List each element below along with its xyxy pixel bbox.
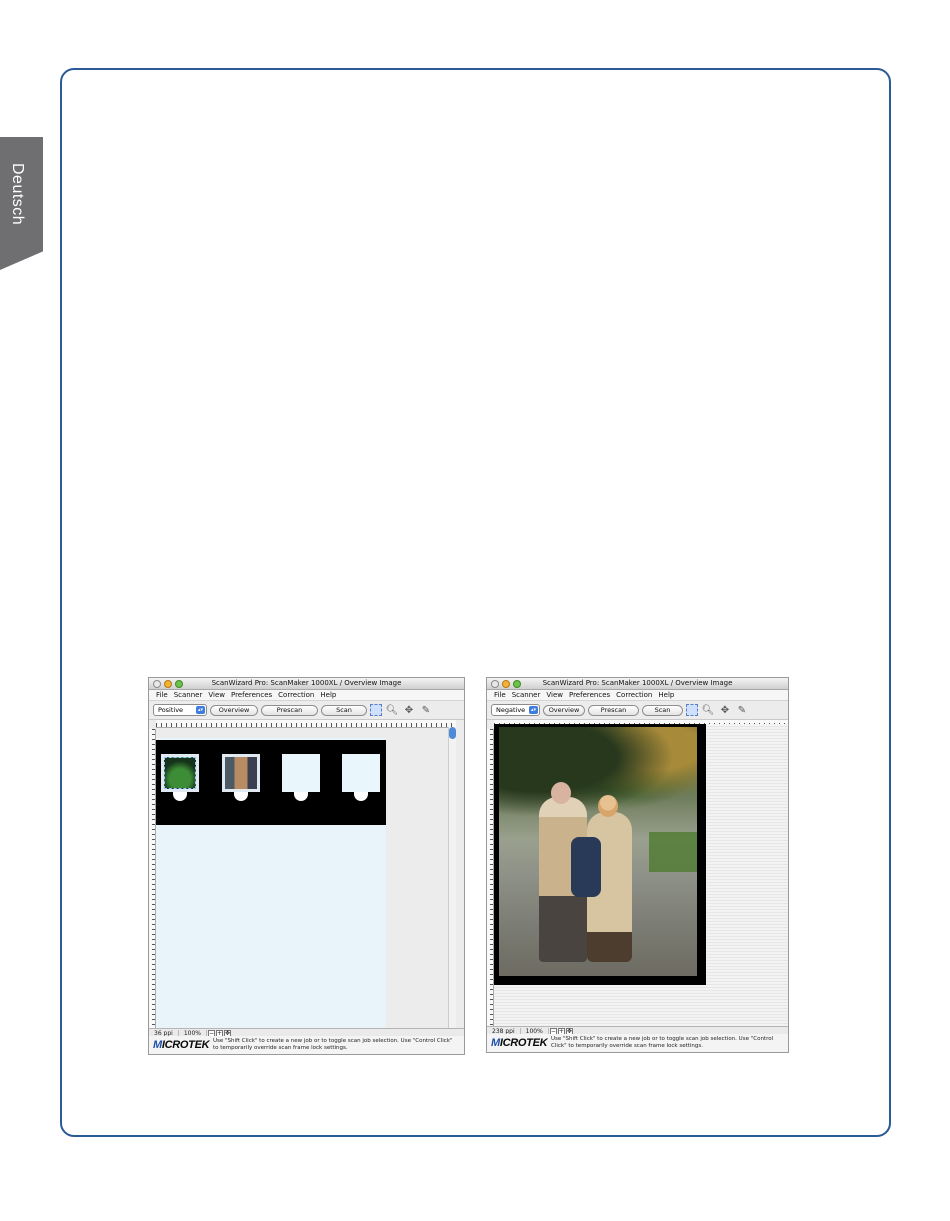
menu-correction[interactable]: Correction — [275, 690, 317, 700]
move-icon[interactable]: ✥ — [402, 703, 416, 717]
slide-frame-1[interactable] — [161, 754, 199, 792]
menu-file[interactable]: File — [491, 690, 509, 700]
slide-thumbnail — [225, 757, 257, 789]
window-title: ScanWizard Pro: ScanMaker 1000XL / Overv… — [211, 679, 402, 687]
scan-button[interactable]: Scan — [642, 704, 683, 716]
title-bar[interactable]: ScanWizard Pro: ScanMaker 1000XL / Overv… — [149, 678, 464, 690]
menu-bar: File Scanner View Preferences Correction… — [149, 690, 464, 701]
overview-button[interactable]: Overview — [210, 704, 258, 716]
menu-preferences[interactable]: Preferences — [228, 690, 275, 700]
toolbar: Negative ▴▾ Overview Prescan Scan 🔍︎ ✥ ✎ — [487, 701, 788, 720]
select-arrows-icon: ▴▾ — [529, 706, 538, 714]
slide-frame-4[interactable] — [342, 754, 380, 792]
slide-holder — [156, 740, 386, 825]
negative-frame — [494, 724, 706, 985]
language-tab-label: Deutsch — [9, 163, 26, 226]
slide-thumbnail — [164, 757, 196, 789]
marquee-icon[interactable] — [370, 704, 382, 716]
move-icon[interactable]: ✥ — [718, 703, 732, 717]
microtek-logo: MICROTEK — [491, 1037, 548, 1049]
menu-help[interactable]: Help — [655, 690, 677, 700]
vertical-scrollbar[interactable] — [448, 727, 456, 1029]
title-bar[interactable]: ScanWizard Pro: ScanMaker 1000XL / Overv… — [487, 678, 788, 690]
select-arrows-icon: ▴▾ — [196, 706, 205, 714]
microtek-logo: MICROTEK — [153, 1039, 210, 1051]
magnifier-icon[interactable]: 🔍︎ — [385, 703, 399, 717]
menu-help[interactable]: Help — [317, 690, 339, 700]
footer: MICROTEK Use "Shift Click" to create a n… — [487, 1034, 788, 1052]
footer: MICROTEK Use "Shift Click" to create a n… — [149, 1036, 464, 1054]
menu-correction[interactable]: Correction — [613, 690, 655, 700]
prescan-button[interactable]: Prescan — [588, 704, 639, 716]
menu-scanner[interactable]: Scanner — [171, 690, 206, 700]
preview-area[interactable] — [156, 727, 456, 1029]
scanned-photo — [499, 727, 697, 976]
menu-view[interactable]: View — [543, 690, 566, 700]
scroll-thumb[interactable] — [449, 727, 456, 739]
menu-scanner[interactable]: Scanner — [509, 690, 544, 700]
language-tab: Deutsch — [0, 137, 43, 270]
prescan-button[interactable]: Prescan — [261, 704, 318, 716]
film-mode-value: Negative — [496, 706, 526, 714]
marquee-icon[interactable] — [686, 704, 698, 716]
magnifier-icon[interactable]: 🔍︎ — [701, 703, 715, 717]
menu-view[interactable]: View — [205, 690, 228, 700]
menu-file[interactable]: File — [153, 690, 171, 700]
scanwizard-window-positive: ScanWizard Pro: ScanMaker 1000XL / Overv… — [148, 677, 465, 1055]
film-mode-value: Positive — [158, 706, 184, 714]
horizontal-ruler — [156, 720, 456, 728]
film-mode-select[interactable]: Positive ▴▾ — [153, 704, 207, 716]
hint-text: Use "Shift Click" to create a new job or… — [551, 1036, 774, 1049]
eyedropper-icon[interactable]: ✎ — [735, 703, 749, 717]
scanwizard-window-negative: ScanWizard Pro: ScanMaker 1000XL / Overv… — [486, 677, 789, 1053]
film-mode-select[interactable]: Negative ▴▾ — [491, 704, 540, 716]
toolbar: Positive ▴▾ Overview Prescan Scan 🔍︎ ✥ ✎ — [149, 701, 464, 720]
vertical-ruler — [149, 729, 156, 1029]
menu-bar: File Scanner View Preferences Correction… — [487, 690, 788, 701]
slide-frame-2[interactable] — [222, 754, 260, 792]
overview-button[interactable]: Overview — [543, 704, 585, 716]
eyedropper-icon[interactable]: ✎ — [419, 703, 433, 717]
vertical-ruler — [487, 729, 494, 1027]
menu-preferences[interactable]: Preferences — [566, 690, 613, 700]
scan-button[interactable]: Scan — [321, 704, 367, 716]
hint-text: Use "Shift Click" to create a new job or… — [213, 1038, 453, 1051]
preview-area[interactable] — [494, 724, 788, 1027]
window-title: ScanWizard Pro: ScanMaker 1000XL / Overv… — [542, 679, 733, 687]
slide-frame-3[interactable] — [282, 754, 320, 792]
